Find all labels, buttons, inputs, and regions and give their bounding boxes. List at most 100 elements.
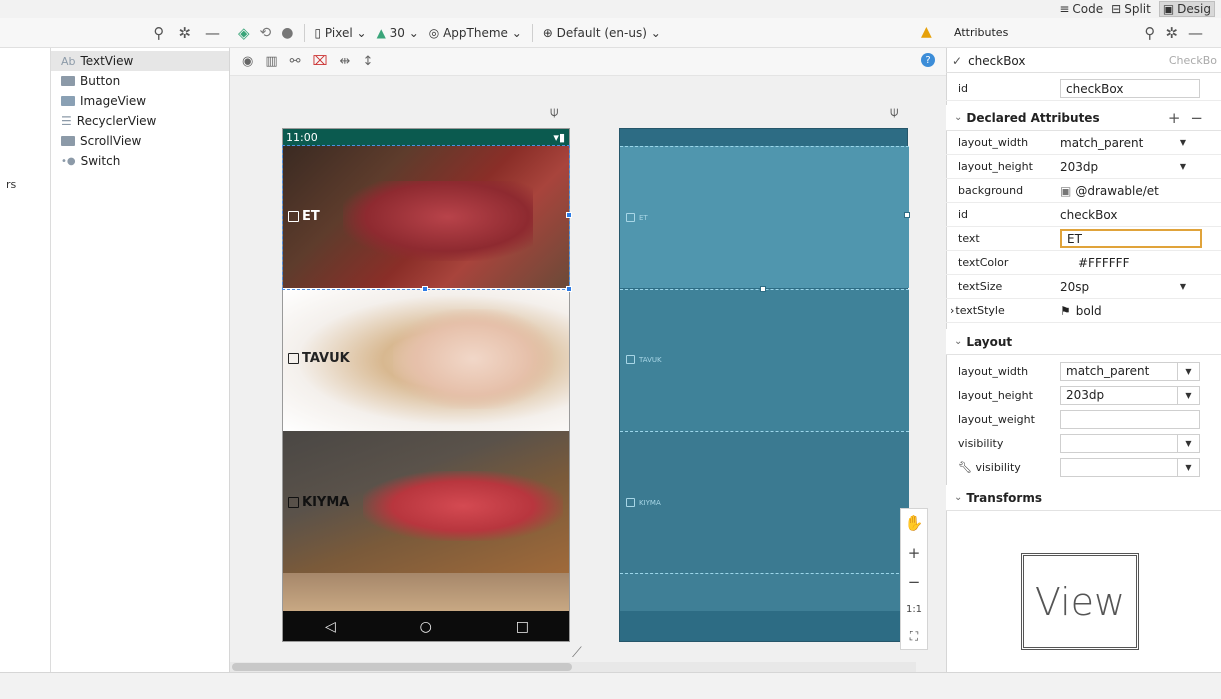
checkbox-box xyxy=(626,355,635,364)
view-options-icon[interactable]: ◉ xyxy=(242,54,253,69)
visibility-field[interactable] xyxy=(1060,433,1178,453)
scrollview-icon xyxy=(61,136,75,146)
status-time: 11:00 xyxy=(286,131,318,144)
top-strip xyxy=(0,0,1221,18)
attr-value[interactable]: checkBox xyxy=(1060,208,1117,222)
id-field[interactable]: checkBox xyxy=(1060,79,1200,98)
declared-attributes-header[interactable]: ⌄ Declared Attributes +− xyxy=(946,105,1221,131)
split-mode-button[interactable]: ⊟ Split xyxy=(1111,1,1151,17)
pin-icon[interactable]: ⍦ xyxy=(890,104,898,120)
chevron-down-icon[interactable]: ▼ xyxy=(1172,277,1194,296)
transforms-section-header[interactable]: ⌄ Transforms xyxy=(946,485,1221,511)
gear-icon[interactable]: ✲ xyxy=(1165,24,1188,42)
resize-handle[interactable] xyxy=(566,212,572,218)
chicken-image xyxy=(393,309,553,409)
palette-item-switch[interactable]: •● Switch xyxy=(51,151,229,171)
meat-row-kiyma[interactable]: KIYMA xyxy=(283,431,569,573)
warning-icon[interactable]: ▲ xyxy=(921,24,932,40)
gear-icon[interactable]: ✲ xyxy=(178,24,191,42)
attr-value[interactable]: 203dp xyxy=(1060,160,1172,174)
home-icon[interactable]: ○ xyxy=(420,619,432,635)
minimize-icon[interactable]: — xyxy=(1188,24,1213,42)
align-icon[interactable]: ↕ xyxy=(362,54,373,69)
chevron-right-icon[interactable]: › xyxy=(950,304,954,317)
blueprint-toggle-icon[interactable]: ▥ xyxy=(265,54,277,69)
autoconnect-icon[interactable]: ⚯ xyxy=(290,54,301,69)
chevron-down-icon[interactable]: ▼ xyxy=(1172,157,1194,176)
blueprint-row-kiyma[interactable]: KIYMA xyxy=(620,431,909,573)
resize-handle[interactable] xyxy=(422,286,428,292)
chevron-down-icon[interactable]: ▼ xyxy=(1172,133,1194,152)
design-mode-button[interactable]: ▣ Desig xyxy=(1158,1,1215,17)
resize-handle[interactable] xyxy=(760,286,766,292)
switch-icon: •● xyxy=(61,155,76,167)
night-mode-icon[interactable]: ● xyxy=(281,25,293,41)
back-icon[interactable]: ◁ xyxy=(325,619,336,635)
add-icon[interactable]: + xyxy=(1168,109,1191,127)
minimize-icon[interactable]: — xyxy=(205,24,220,42)
chevron-down-icon[interactable]: ▼ xyxy=(1178,361,1200,381)
attr-value[interactable]: 20sp xyxy=(1060,280,1172,294)
recents-icon[interactable]: □ xyxy=(516,619,529,635)
locale-selector[interactable]: ⊕ Default (en-us) ⌄ xyxy=(543,26,661,40)
scrollbar-thumb[interactable] xyxy=(232,663,572,671)
text-value-field[interactable]: ET xyxy=(1060,229,1202,248)
pan-icon[interactable]: ✋ xyxy=(905,516,924,531)
palette-item-imageview[interactable]: ImageView xyxy=(51,91,229,111)
guidelines-icon[interactable]: ⇹ xyxy=(340,54,351,69)
meat-row-et[interactable]: ET xyxy=(283,146,569,288)
theme-selector[interactable]: ◎ AppTheme ⌄ xyxy=(429,26,522,40)
checkbox-kiyma[interactable]: KIYMA xyxy=(288,495,349,510)
tools-visibility-field[interactable] xyxy=(1060,457,1178,477)
clear-constraints-icon[interactable]: ⌧ xyxy=(313,54,328,69)
search-icon[interactable]: ⚲ xyxy=(1144,24,1165,42)
chevron-down-icon[interactable]: ▼ xyxy=(1178,385,1200,405)
layout-height-field[interactable]: 203dp xyxy=(1060,385,1178,405)
meat-row-tavuk[interactable]: TAVUK xyxy=(283,289,569,431)
orientation-icon[interactable]: ⟲ xyxy=(260,25,272,41)
layout-width-field[interactable]: match_parent xyxy=(1060,361,1178,381)
zoom-fit-icon[interactable]: ⛶ xyxy=(910,630,918,642)
layers-icon[interactable]: ◈ xyxy=(238,24,250,42)
toolbar-divider xyxy=(531,23,533,42)
help-icon[interactable]: ? xyxy=(921,53,935,67)
blueprint-row-tavuk[interactable]: TAVUK xyxy=(620,289,909,431)
pin-icon[interactable]: ⍦ xyxy=(550,104,558,120)
attr-value[interactable]: #FFFFFF xyxy=(1078,256,1129,270)
code-mode-button[interactable]: ≡ Code xyxy=(1059,1,1103,17)
device-selector[interactable]: ▯ Pixel ⌄ xyxy=(315,26,367,40)
attr-row: text ET xyxy=(946,227,1221,251)
zoom-actual-button[interactable]: 1:1 xyxy=(906,605,922,615)
resize-handle[interactable] xyxy=(904,212,910,218)
palette-toolbar: ⚲ ✲ — xyxy=(0,18,230,48)
attr-row: visibility ▼ xyxy=(946,431,1221,455)
remove-icon[interactable]: − xyxy=(1190,109,1213,127)
resize-corner-icon[interactable]: ⟋ xyxy=(572,645,582,661)
layout-weight-field[interactable] xyxy=(1060,409,1200,429)
search-icon[interactable]: ⚲ xyxy=(153,24,164,42)
component-type: CheckBo xyxy=(1168,54,1217,67)
chevron-down-icon[interactable]: ▼ xyxy=(1178,433,1200,453)
wrench-icon: 🔧︎ xyxy=(958,460,972,474)
palette-item-scrollview[interactable]: ScrollView xyxy=(51,131,229,151)
checkbox-tavuk[interactable]: TAVUK xyxy=(288,351,350,366)
zoom-out-icon[interactable]: − xyxy=(908,575,921,590)
chevron-down-icon[interactable]: ▼ xyxy=(1178,457,1200,477)
palette-item-textview[interactable]: Ab TextView xyxy=(51,51,229,71)
attr-value[interactable]: bold xyxy=(1076,304,1102,318)
blueprint-row-et[interactable]: ET xyxy=(620,146,909,288)
blueprint-checkbox: TAVUK xyxy=(626,355,662,364)
palette-category-stub[interactable]: rs xyxy=(6,178,16,191)
palette-item-recyclerview[interactable]: ☰ RecyclerView xyxy=(51,111,229,131)
resize-handle[interactable] xyxy=(566,286,572,292)
attr-value[interactable]: match_parent xyxy=(1060,136,1172,150)
zoom-in-icon[interactable]: + xyxy=(908,545,921,561)
attr-value[interactable]: @drawable/et xyxy=(1075,184,1159,198)
blueprint-preview[interactable]: ET TAVUK KIYMA xyxy=(619,128,909,642)
checkbox-et[interactable]: ET xyxy=(288,209,320,224)
attr-row: textSize 20sp ▼ xyxy=(946,275,1221,299)
phone-preview[interactable]: 11:00 ▾▮ ET TAVUK KIYMA ◁ ○ □ xyxy=(282,128,570,642)
layout-section-header[interactable]: ⌄ Layout xyxy=(946,329,1221,355)
palette-item-button[interactable]: Button xyxy=(51,71,229,91)
api-selector[interactable]: ▲ 30 ⌄ xyxy=(377,26,419,40)
